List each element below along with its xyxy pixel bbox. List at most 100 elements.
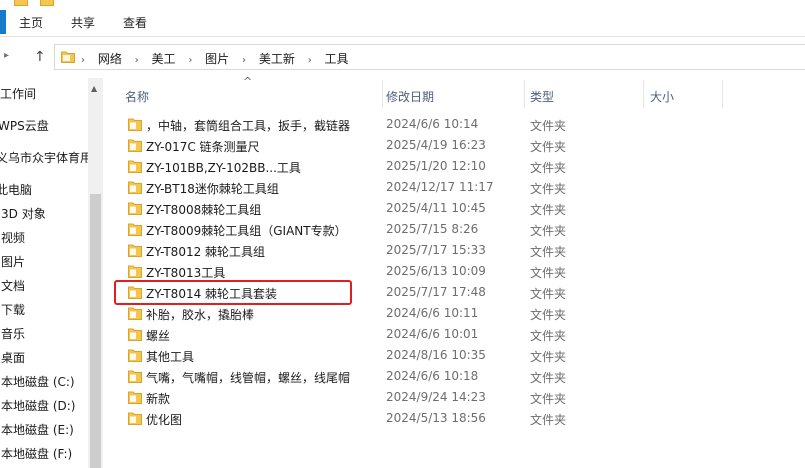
folder-icon xyxy=(40,0,54,6)
folder-icon xyxy=(128,160,142,173)
tab-view[interactable]: 查看 xyxy=(123,14,147,31)
highlight-box xyxy=(114,280,352,305)
column-size[interactable]: 大小 xyxy=(650,88,674,105)
file-name[interactable]: ZY-101BB,ZY-102BB...工具 xyxy=(146,159,301,176)
chevron-right-icon[interactable]: › xyxy=(81,55,85,66)
sidebar-item-documents[interactable]: 文档 xyxy=(1,277,25,294)
column-divider[interactable] xyxy=(524,80,525,108)
file-type: 文件夹 xyxy=(530,329,567,343)
list-item[interactable]: 补胎，胶水，撬胎棒 2024/6/6 10:11 文件夹 xyxy=(118,303,638,324)
up-arrow-icon[interactable]: ↑ xyxy=(34,49,46,65)
file-name[interactable]: ，中轴，套筒组合工具，扳手，截链器 xyxy=(146,117,350,134)
list-item[interactable]: ZY-T8013工具 2025/6/13 10:09 文件夹 xyxy=(118,261,638,282)
folder-icon xyxy=(128,412,142,425)
column-divider[interactable] xyxy=(382,80,383,108)
list-item[interactable]: 其他工具 2024/8/16 10:35 文件夹 xyxy=(118,345,638,366)
file-name[interactable]: ZY-T8012 棘轮工具组 xyxy=(146,243,265,260)
file-name[interactable]: 螺丝 xyxy=(146,327,170,344)
crumb-network[interactable]: 网络 xyxy=(98,50,122,67)
folder-icon xyxy=(128,139,142,152)
sidebar-item-this-pc[interactable]: 此电脑 xyxy=(0,181,32,198)
sidebar-item-pictures[interactable]: 图片 xyxy=(1,253,25,270)
list-item[interactable]: ZY-101BB,ZY-102BB...工具 2025/1/20 12:10 文件夹 xyxy=(118,156,638,177)
file-name[interactable]: ZY-T8008棘轮工具组 xyxy=(146,201,261,218)
file-name[interactable]: ZY-017C 链条测量尺 xyxy=(146,138,260,155)
file-date: 2025/6/13 10:09 xyxy=(386,264,486,278)
list-item[interactable]: 气嘴，气嘴帽，线管帽，螺丝，线尾帽 2024/6/6 10:18 文件夹 xyxy=(118,366,638,387)
crumb-images[interactable]: 图片 xyxy=(205,50,229,67)
sidebar-item-music[interactable]: 音乐 xyxy=(1,325,25,342)
crumb-tools[interactable]: 工具 xyxy=(325,50,349,67)
file-date: 2024/5/13 18:56 xyxy=(386,411,486,425)
chevron-right-icon[interactable]: › xyxy=(242,55,246,66)
folder-icon xyxy=(128,370,142,383)
list-item[interactable]: ZY-T8008棘轮工具组 2025/4/11 10:45 文件夹 xyxy=(118,198,638,219)
chevron-right-icon[interactable]: › xyxy=(308,55,312,66)
list-item[interactable]: ZY-T8012 棘轮工具组 2025/7/17 15:33 文件夹 xyxy=(118,240,638,261)
column-divider[interactable] xyxy=(722,80,723,108)
file-type: 文件夹 xyxy=(530,161,567,175)
tab-share[interactable]: 共享 xyxy=(71,14,95,31)
file-name[interactable]: ZY-BT18迷你棘轮工具组 xyxy=(146,180,279,197)
file-type: 文件夹 xyxy=(530,266,567,280)
sidebar-item-company[interactable]: 义乌市众宇体育用 xyxy=(0,149,92,166)
column-date[interactable]: 修改日期 xyxy=(386,88,434,105)
column-name[interactable]: 名称 xyxy=(125,88,149,105)
folder-icon xyxy=(128,328,142,341)
column-type[interactable]: 类型 xyxy=(530,88,554,105)
crumb-art-new[interactable]: 美工新 xyxy=(259,50,295,67)
file-type: 文件夹 xyxy=(530,203,567,217)
file-date: 2025/4/11 10:45 xyxy=(386,201,486,215)
column-divider[interactable] xyxy=(643,80,644,108)
file-date: 2025/7/15 8:26 xyxy=(386,222,479,236)
file-name[interactable]: ZY-T8009棘轮工具组（GIANT专款） xyxy=(146,222,347,239)
list-item[interactable]: ZY-BT18迷你棘轮工具组 2024/12/17 11:17 文件夹 xyxy=(118,177,638,198)
list-item[interactable]: 优化图 2024/5/13 18:56 文件夹 xyxy=(118,408,638,429)
folder-icon xyxy=(128,265,142,278)
sidebar-item-desktop[interactable]: 桌面 xyxy=(1,349,25,366)
sidebar-item-videos[interactable]: 视频 xyxy=(1,229,25,246)
file-list: ^ 名称 修改日期 类型 大小 ，中轴，套筒组合工具，扳手，截链器 2024/6/… xyxy=(104,75,805,468)
file-name[interactable]: 补胎，胶水，撬胎棒 xyxy=(146,306,254,323)
scrollbar-thumb[interactable] xyxy=(90,194,101,468)
file-name[interactable]: 优化图 xyxy=(146,411,182,428)
chevron-right-icon[interactable]: › xyxy=(135,55,139,66)
file-type: 文件夹 xyxy=(530,245,567,259)
list-item[interactable]: 螺丝 2024/6/6 10:01 文件夹 xyxy=(118,324,638,345)
list-item[interactable]: ZY-T8009棘轮工具组（GIANT专款） 2025/7/15 8:26 文件夹 xyxy=(118,219,638,240)
file-name[interactable]: 气嘴，气嘴帽，线管帽，螺丝，线尾帽 xyxy=(146,369,350,386)
address-row: ▸ ↑ › 网络 › 美工 › 图片 › 美工新 › 工具 xyxy=(0,37,805,77)
sidebar-item-drive-d[interactable]: 本地磁盘 (D:) xyxy=(1,397,75,414)
sidebar-item-drive-e[interactable]: 本地磁盘 (E:) xyxy=(1,421,74,438)
breadcrumb: › 网络 › 美工 › 图片 › 美工新 › 工具 xyxy=(81,50,349,67)
sidebar-scrollbar[interactable]: ▲ xyxy=(88,78,103,468)
folder-icon xyxy=(128,181,142,194)
chevron-right-icon[interactable]: › xyxy=(188,55,192,66)
sidebar-item-workspace[interactable]: 工作间 xyxy=(0,85,36,102)
sidebar-item-3d-objects[interactable]: 3D 对象 xyxy=(1,205,46,222)
crumb-art[interactable]: 美工 xyxy=(152,50,176,67)
file-type: 文件夹 xyxy=(530,413,567,427)
file-name[interactable]: ZY-T8013工具 xyxy=(146,264,225,281)
file-tab[interactable] xyxy=(0,10,6,34)
tab-home[interactable]: 主页 xyxy=(19,14,43,31)
list-item[interactable]: ZY-017C 链条测量尺 2025/4/19 16:23 文件夹 xyxy=(118,135,638,156)
file-name[interactable]: 新款 xyxy=(146,390,170,407)
list-item[interactable]: ，中轴，套筒组合工具，扳手，截链器 2024/6/6 10:14 文件夹 xyxy=(118,114,638,135)
file-type: 文件夹 xyxy=(530,182,567,196)
file-name[interactable]: 其他工具 xyxy=(146,348,194,365)
sidebar-item-drive-c[interactable]: 本地磁盘 (C:) xyxy=(1,373,75,390)
file-date: 2025/7/17 15:33 xyxy=(386,243,486,257)
file-date: 2024/6/6 10:01 xyxy=(386,327,479,341)
address-bar[interactable]: › 网络 › 美工 › 图片 › 美工新 › 工具 xyxy=(54,44,805,70)
sidebar-item-drive-f[interactable]: 本地磁盘 (F:) xyxy=(1,445,72,462)
recent-locations-icon[interactable]: ▸ xyxy=(4,50,9,61)
scroll-up-icon[interactable]: ▲ xyxy=(91,84,97,93)
list-item[interactable]: 新款 2024/9/24 14:23 文件夹 xyxy=(118,387,638,408)
file-date: 2024/9/24 14:23 xyxy=(386,390,486,404)
folder-icon xyxy=(128,202,142,215)
sidebar-item-wps-cloud[interactable]: WPS云盘 xyxy=(0,117,49,134)
sidebar-item-downloads[interactable]: 下载 xyxy=(1,301,25,318)
file-type: 文件夹 xyxy=(530,140,567,154)
column-header: ^ 名称 修改日期 类型 大小 xyxy=(104,75,805,110)
